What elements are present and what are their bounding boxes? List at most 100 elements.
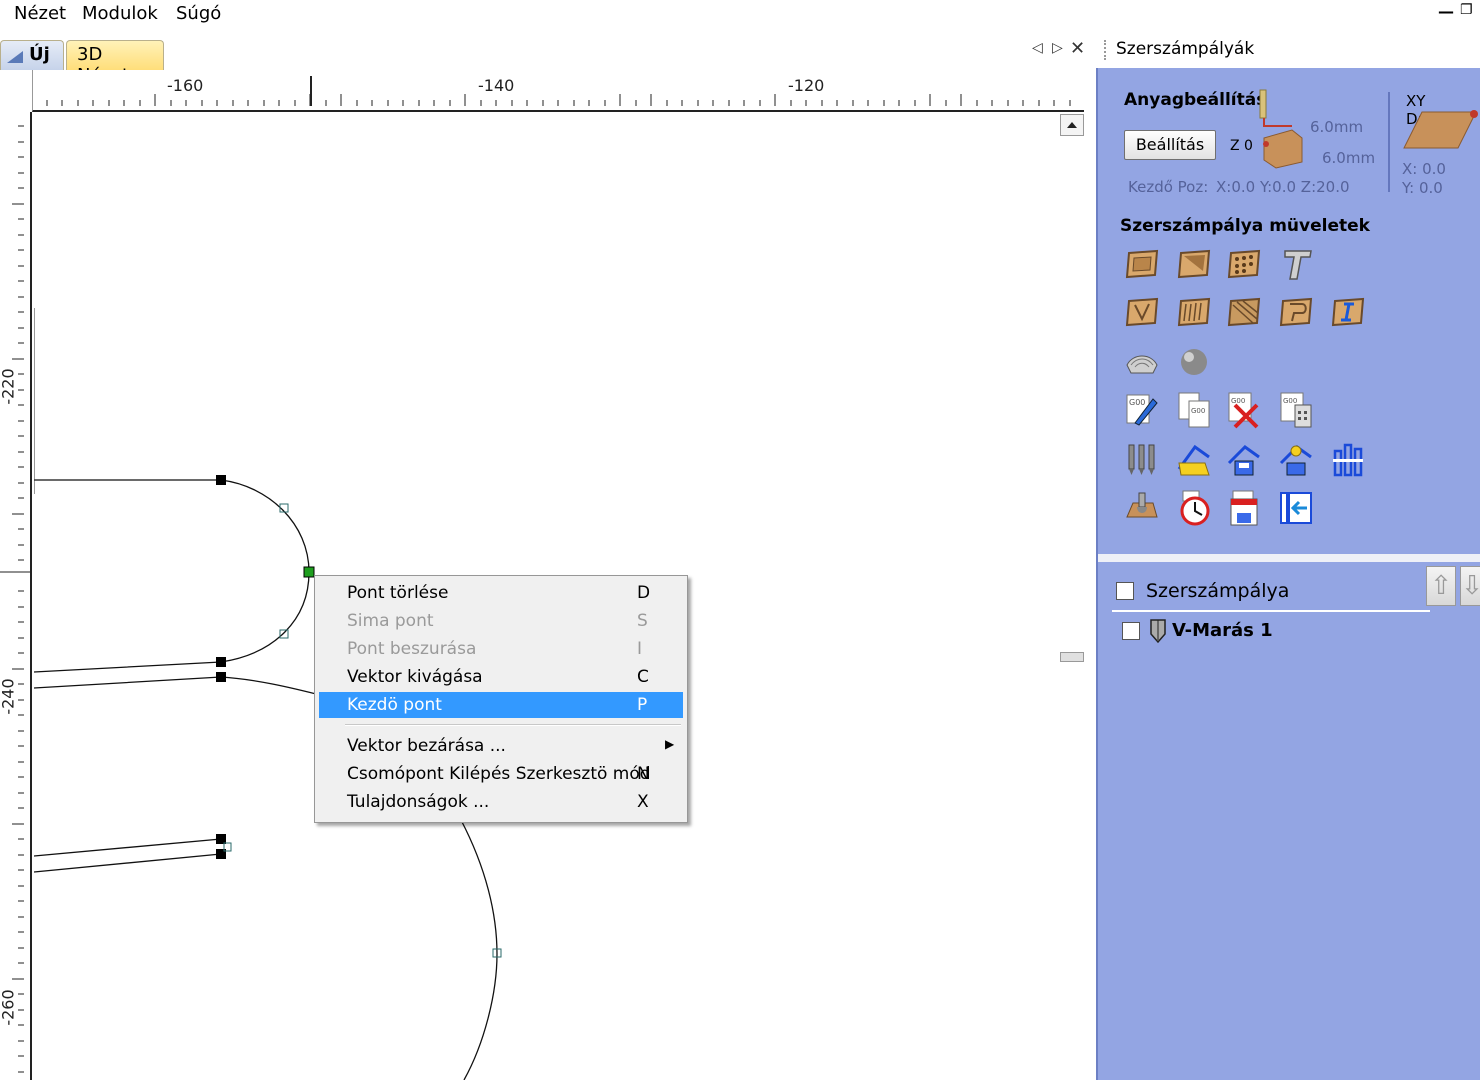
- menu-cut-vector-shortcut: C: [637, 667, 649, 687]
- svg-text:G00: G00: [1231, 397, 1245, 405]
- move-down-button[interactable]: ⇩: [1460, 566, 1480, 606]
- toolpath-header-checkbox[interactable]: [1116, 582, 1134, 600]
- minimize-icon[interactable]: —: [1438, 2, 1454, 21]
- menu-close-vector[interactable]: Vektor bezárása ... ▶: [319, 733, 683, 759]
- menu-properties-shortcut: X: [637, 792, 649, 812]
- menu-view[interactable]: Nézet: [14, 3, 66, 24]
- profile-toolpath-icon[interactable]: [1122, 244, 1162, 284]
- menu-help[interactable]: Súgó: [176, 3, 221, 24]
- start-pos-value: X:0.0 Y:0.0 Z:20.0: [1216, 178, 1350, 196]
- ruler-label-y2: -240: [0, 678, 18, 715]
- menu-properties[interactable]: Tulajdonságok ... X: [319, 789, 683, 815]
- fluting-toolpath-icon[interactable]: [1174, 292, 1214, 332]
- menu-delete-point[interactable]: Pont törlése D: [319, 580, 683, 606]
- text-toolpath-icon[interactable]: [1276, 244, 1316, 284]
- datum-divider: [1388, 92, 1390, 192]
- menu-properties-label: Tulajdonságok ...: [347, 792, 490, 812]
- datum-x: X: 0.0: [1402, 160, 1446, 178]
- v-carve-toolpath-icon[interactable]: [1122, 292, 1162, 332]
- menu-cut-vector-label: Vektor kivágása: [347, 667, 483, 687]
- toolpath-operations-heading: Szerszámpálya müveletek: [1120, 216, 1370, 236]
- tab-arrow-icon: [7, 51, 23, 63]
- pocket-toolpath-icon[interactable]: [1174, 244, 1214, 284]
- tab-new[interactable]: Új: [0, 40, 64, 70]
- thickness-top: 6.0mm: [1310, 118, 1364, 136]
- import-toolpath-icon[interactable]: [1276, 488, 1316, 528]
- setup-button[interactable]: Beállítás: [1124, 130, 1216, 160]
- menu-start-point[interactable]: Kezdö pont P: [319, 692, 683, 718]
- toolpaths-panel-title: Szerszámpályák: [1096, 30, 1480, 68]
- menu-separator: [345, 724, 681, 726]
- copy-toolpath-icon[interactable]: G00: [1174, 390, 1214, 430]
- menu-exit-node-edit[interactable]: Csomópont Kilépés Szerkesztö mód N: [319, 761, 683, 787]
- thickness-bottom: 6.0mm: [1322, 149, 1376, 167]
- menu-modules[interactable]: Modulok: [82, 3, 158, 24]
- prism-toolpath-icon[interactable]: [1276, 292, 1316, 332]
- menu-delete-point-label: Pont törlése: [347, 583, 449, 603]
- toolpath-item-checkbox[interactable]: [1122, 622, 1140, 640]
- menu-cut-vector[interactable]: Vektor kivágása C: [319, 664, 683, 690]
- material-setup-heading: Anyagbeállítás: [1124, 90, 1267, 110]
- scroll-up-icon[interactable]: [1060, 114, 1084, 136]
- menu-start-point-label: Kezdö pont: [347, 695, 442, 715]
- ruler-label-x1: -160: [167, 76, 204, 95]
- preview-toolpath-icon[interactable]: [1122, 488, 1162, 528]
- panel-divider: [1098, 554, 1480, 562]
- svg-text:G00: G00: [1283, 397, 1297, 405]
- context-menu: Pont törlése D Sima pont S Pont beszurás…: [314, 575, 688, 823]
- menu-exit-node-edit-label: Csomópont Kilépés Szerkesztö mód: [347, 764, 651, 784]
- edit-toolpath-icon[interactable]: G00: [1122, 390, 1162, 430]
- vertical-ruler-ticks: [0, 125, 32, 1073]
- selected-node[interactable]: [303, 566, 315, 578]
- scroll-thumb[interactable]: [1060, 652, 1084, 662]
- merge-template-icon[interactable]: [1276, 440, 1316, 480]
- ruler-label-y3: -260: [0, 989, 18, 1026]
- toolpath-tree-header: Szerszámpálya: [1146, 580, 1290, 602]
- ruler-label-x2: -140: [478, 76, 515, 95]
- move-up-button[interactable]: ⇧: [1426, 566, 1456, 606]
- menu-start-point-shortcut: P: [637, 695, 648, 715]
- material-block-icon: [1259, 89, 1303, 169]
- toolpaths-panel: Anyagbeállítás Beállítás Z 0 6.0mm 6.0mm…: [1096, 68, 1480, 1080]
- texture-toolpath-icon[interactable]: [1224, 292, 1264, 332]
- menu-close-vector-label: Vektor bezárása ...: [347, 736, 506, 756]
- toolpath-layers-icon[interactable]: [1328, 440, 1368, 480]
- menu-smooth-point-shortcut: S: [637, 611, 648, 631]
- datum-y: Y: 0.0: [1402, 179, 1443, 197]
- machining-time-icon[interactable]: [1174, 488, 1214, 528]
- toolpath-item-label[interactable]: V-Marás 1: [1172, 620, 1273, 641]
- menu-smooth-point[interactable]: Sima pont S: [319, 608, 683, 634]
- xy-datum-icon[interactable]: [1402, 110, 1478, 150]
- vertical-scrollbar[interactable]: [1058, 112, 1086, 1080]
- submenu-arrow-icon: ▶: [665, 737, 675, 751]
- tab-scroll-left-icon[interactable]: ◁: [1032, 40, 1043, 56]
- menu-smooth-point-label: Sima pont: [347, 611, 434, 631]
- menu-insert-point-label: Pont beszurása: [347, 639, 477, 659]
- tool-database-icon[interactable]: [1122, 440, 1162, 480]
- inlay-toolpath-icon[interactable]: [1328, 292, 1368, 332]
- tab-3d-view[interactable]: 3D Nézet: [66, 40, 164, 86]
- restore-icon[interactable]: ❐: [1460, 2, 1473, 18]
- menu-exit-node-edit-shortcut: N: [637, 764, 650, 784]
- start-pos-label: Kezdő Poz:: [1128, 178, 1209, 196]
- horizontal-ruler: -160 -140 -120: [32, 70, 1084, 112]
- menu-insert-point[interactable]: Pont beszurása I: [319, 636, 683, 662]
- drilling-toolpath-icon[interactable]: [1224, 244, 1264, 284]
- tree-header-underline: [1112, 610, 1430, 612]
- svg-text:G00: G00: [1191, 407, 1205, 415]
- ruler-label-y1: -220: [0, 368, 18, 405]
- svg-text:G00: G00: [1129, 398, 1145, 407]
- save-toolpath-icon[interactable]: [1224, 488, 1264, 528]
- 3d-finishing-toolpath-icon[interactable]: [1174, 342, 1214, 382]
- z-zero-label: Z 0: [1230, 138, 1253, 154]
- close-tab-icon[interactable]: ✕: [1070, 38, 1085, 59]
- 3d-roughing-toolpath-icon[interactable]: [1122, 342, 1162, 382]
- toolpath-summary-icon[interactable]: G00: [1276, 390, 1316, 430]
- vertical-ruler: -220 -240 -260: [0, 112, 32, 1080]
- save-template-icon[interactable]: [1224, 440, 1264, 480]
- open-template-icon[interactable]: [1174, 440, 1214, 480]
- menu-delete-point-shortcut: D: [637, 583, 651, 603]
- menu-insert-point-shortcut: I: [637, 639, 643, 659]
- tab-scroll-right-icon[interactable]: ▷: [1052, 40, 1063, 56]
- delete-toolpath-icon[interactable]: G00: [1224, 390, 1264, 430]
